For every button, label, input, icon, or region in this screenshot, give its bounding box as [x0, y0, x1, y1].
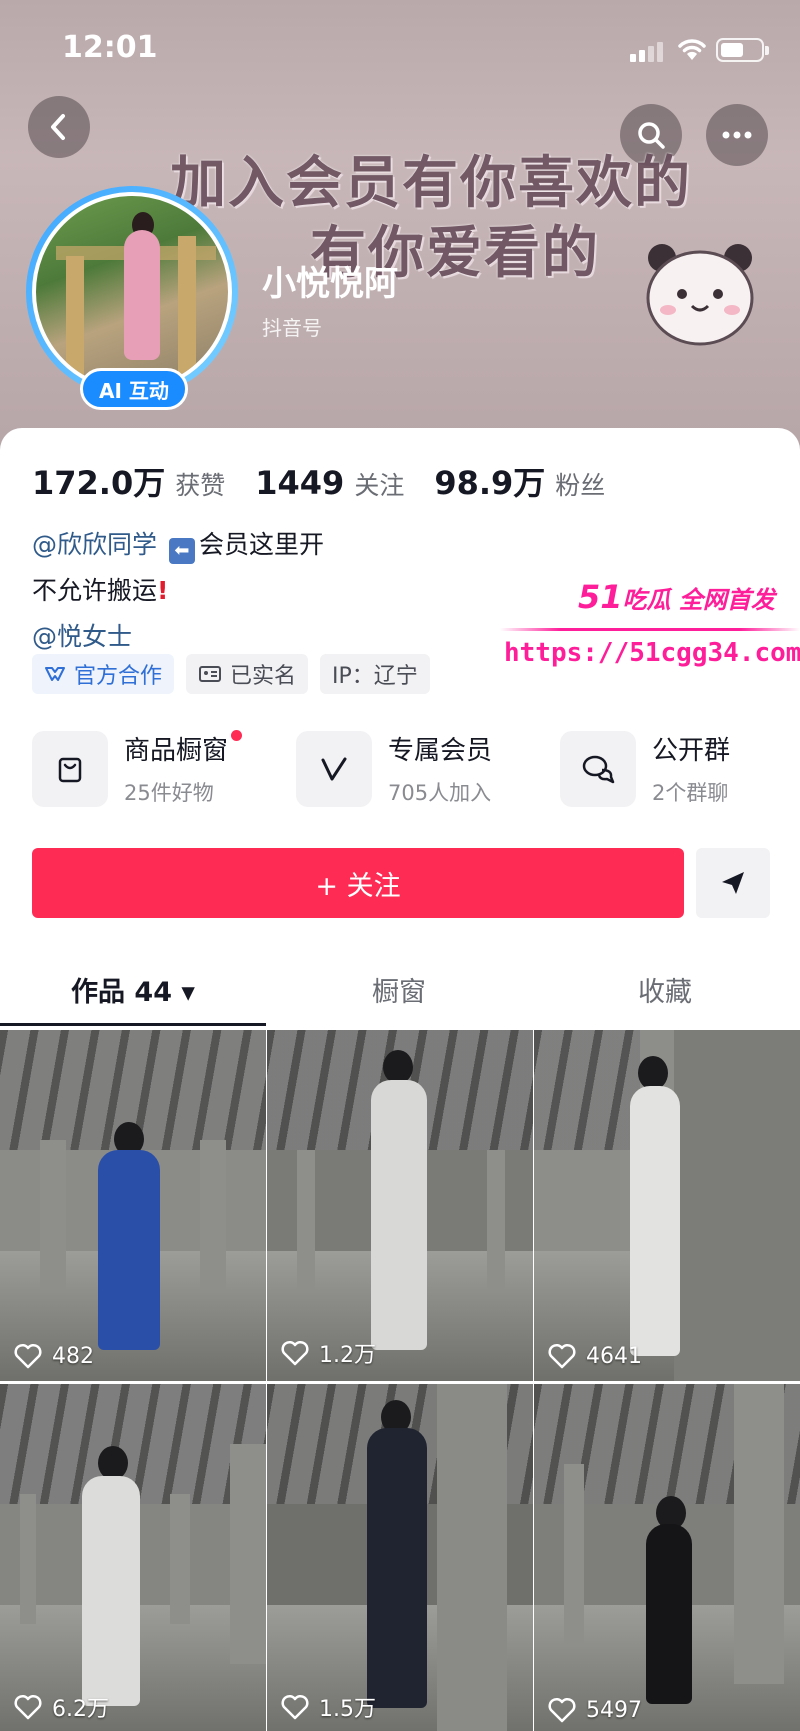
follow-button[interactable]: + 关注 — [32, 848, 684, 918]
like-count: 5497 — [548, 1697, 642, 1723]
back-button[interactable] — [28, 96, 90, 158]
profile-banner: 12:01 加入会员有你喜欢的 有你爱看的 AI 互动 小悦悦阿 抖音号 — [0, 0, 800, 450]
feature-subtitle: 25件好物 — [124, 781, 214, 805]
stats-row: 172.0万 获赞 1449 关注 98.9万 粉丝 — [32, 458, 635, 504]
feature-subtitle: 2个群聊 — [652, 781, 729, 805]
tag-label: 已实名 — [230, 664, 297, 689]
tag-label: 官方合作 — [74, 664, 163, 689]
video-thumbnail[interactable]: 4641 — [534, 1030, 800, 1381]
tab-shop-window[interactable]: 橱窗 — [266, 950, 532, 1026]
vip-v-icon — [321, 757, 347, 780]
tab-favorites[interactable]: 收藏 — [532, 950, 798, 1026]
shop-window-entry[interactable]: 商品橱窗 25件好物 — [32, 730, 296, 807]
profile-tags: 官方合作 已实名 IP：辽宁 — [32, 654, 430, 694]
like-count: 1.5万 — [281, 1691, 376, 1723]
like-count: 6.2万 — [14, 1691, 109, 1723]
status-time: 12:01 — [62, 30, 158, 65]
bio-mention-link-2[interactable]: @悦女士 — [32, 622, 132, 651]
likes-label: 获赞 — [175, 471, 226, 500]
watermark: 51吃瓜 全网首发 https://51cgg34.com — [500, 578, 800, 678]
video-thumbnail[interactable]: 6.2万 — [0, 1384, 266, 1731]
like-count-value: 5497 — [586, 1697, 642, 1723]
followers-count[interactable]: 98.9万 — [434, 458, 545, 504]
following-count[interactable]: 1449 — [255, 464, 344, 502]
video-thumbnail[interactable]: 5497 — [534, 1384, 800, 1731]
video-thumbnail[interactable]: 1.2万 — [267, 1030, 533, 1381]
chat-bubbles-icon — [582, 755, 615, 783]
heart-icon — [548, 1343, 576, 1369]
id-card-icon — [199, 666, 222, 682]
like-count: 4641 — [548, 1343, 642, 1369]
content-tabs: 作品 44 ▾ 橱窗 收藏 — [0, 950, 800, 1026]
left-arrow-emoji-icon: ⬅ — [168, 538, 195, 564]
heart-icon — [281, 1694, 309, 1720]
notification-dot — [231, 730, 243, 741]
chevron-left-icon — [51, 114, 65, 140]
bio-mention-link[interactable]: @欣欣同学 — [32, 530, 157, 559]
banner-title-line1: 加入会员有你喜欢的 — [170, 150, 692, 216]
vip-membership-entry[interactable]: 专属会员 705人加入 — [296, 730, 560, 807]
feature-title: 专属会员 — [388, 736, 493, 766]
followers-label[interactable]: 粉丝 — [555, 466, 605, 502]
verified-name-tag[interactable]: 已实名 — [186, 654, 309, 694]
public-group-entry[interactable]: 公开群 2个群聊 — [560, 730, 770, 807]
like-count-value: 1.2万 — [319, 1343, 376, 1368]
following-label[interactable]: 关注 — [354, 466, 404, 502]
like-count: 482 — [14, 1343, 94, 1369]
like-count-value: 4641 — [586, 1343, 642, 1369]
ip-location-tag: IP：辽宁 — [320, 654, 430, 694]
cellular-signal-icon — [630, 40, 666, 62]
feature-entries: 商品橱窗 25件好物 专属会员 705人加入 公开群 2个群聊 — [32, 730, 772, 807]
heart-icon — [548, 1697, 576, 1723]
video-thumbnail[interactable]: 1.5万 — [267, 1384, 533, 1731]
watermark-brand-number: 51 — [578, 578, 623, 616]
avatar[interactable] — [26, 186, 238, 398]
like-count-value: 6.2万 — [52, 1697, 109, 1722]
wifi-icon — [678, 39, 706, 60]
heart-icon — [14, 1343, 42, 1369]
like-count-value: 1.5万 — [319, 1697, 376, 1722]
profile-card — [0, 428, 800, 1028]
profile-bio: @欣欣同学 ⬅ 会员这里开 不允许搬运! @悦女士 — [32, 522, 324, 660]
handshake-icon — [45, 667, 65, 681]
bio-line1-text: 会员这里开 — [198, 530, 324, 559]
video-thumbnail[interactable]: 482 — [0, 1030, 266, 1381]
like-count: 1.2万 — [281, 1337, 376, 1369]
heart-icon — [14, 1694, 42, 1720]
feature-title: 商品橱窗 — [124, 736, 229, 766]
watermark-url: https://51cgg34.com — [504, 638, 800, 668]
douyin-id-label[interactable]: 抖音号 — [262, 312, 322, 341]
tag-label: IP：辽宁 — [332, 664, 418, 689]
video-grid: 482 1.2万 4641 6.2万 1.5万 5497 — [0, 1030, 800, 1731]
bio-line2-text: 不允许搬运 — [32, 576, 158, 605]
shopping-bag-icon — [58, 757, 82, 782]
feature-subtitle: 705人加入 — [388, 781, 492, 805]
ai-interaction-badge[interactable]: AI 互动 — [80, 368, 188, 410]
watermark-brand-text: 吃瓜 全网首发 — [622, 586, 775, 614]
panda-sticker — [646, 244, 754, 346]
tab-works[interactable]: 作品 44 ▾ — [0, 950, 266, 1026]
feature-title: 公开群 — [652, 736, 731, 766]
heart-icon — [281, 1340, 309, 1366]
status-bar: 12:01 — [0, 0, 800, 96]
send-arrow-icon — [722, 872, 744, 894]
exclamation-icon: ! — [157, 576, 169, 605]
more-dots-icon — [722, 131, 752, 139]
profile-nickname: 小悦悦阿 — [262, 264, 398, 304]
share-button[interactable] — [696, 848, 770, 918]
avatar-image — [32, 192, 232, 392]
like-count-value: 482 — [52, 1343, 94, 1369]
official-cooperation-tag[interactable]: 官方合作 — [32, 654, 175, 694]
battery-icon — [716, 38, 769, 62]
likes-count: 172.0万 — [32, 464, 166, 502]
search-icon — [638, 122, 665, 149]
